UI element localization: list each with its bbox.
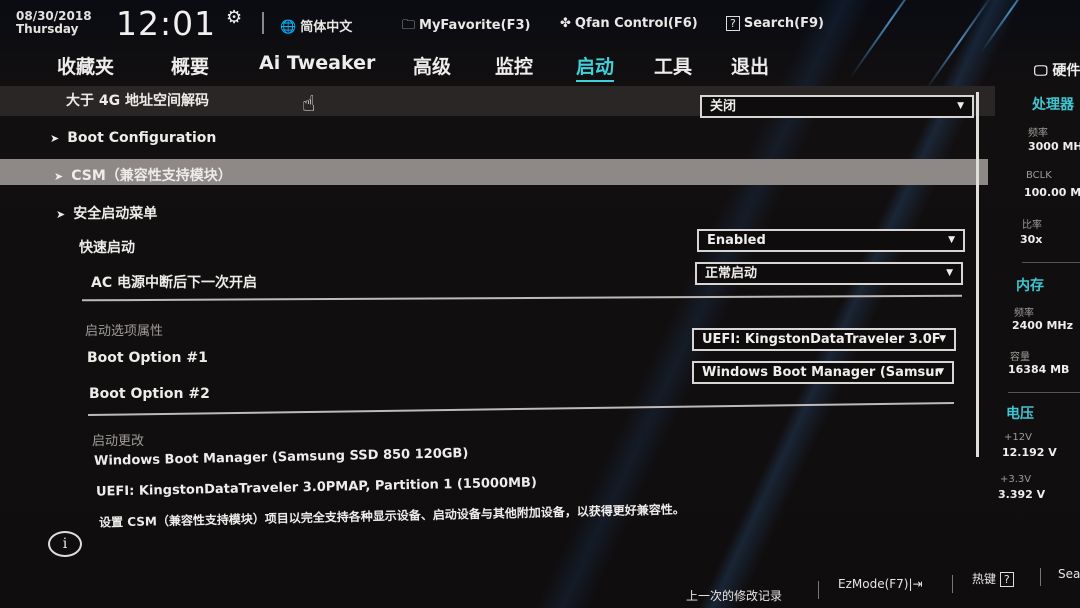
csm-label: CSM（兼容性支持模块）	[71, 168, 232, 184]
cpu-frequency-label: 频率	[1028, 128, 1048, 139]
chevron-right-icon: ➤	[50, 132, 60, 145]
ezmode-label: EzMode(F7)	[838, 577, 909, 591]
tab-boot[interactable]: 启动	[576, 52, 615, 82]
ac-power-loss-select[interactable]: 正常启动 ▼	[695, 262, 963, 285]
tab-main[interactable]: 概要	[171, 52, 209, 79]
fast-boot-value: Enabled	[707, 233, 766, 248]
boot-configuration-label: Boot Configuration	[67, 130, 217, 146]
date-display: 08/30/2018 Thursday	[16, 10, 92, 36]
divider	[262, 12, 264, 34]
v33-value: 3.392 V	[998, 488, 1046, 501]
boot-option-2-value: Windows Boot Manager (Samsur	[702, 365, 941, 380]
monitor-icon: 🖵	[1034, 63, 1048, 79]
boot-configuration-item[interactable]: ➤ Boot Configuration	[50, 130, 216, 146]
memory-heading: 内存	[1016, 278, 1044, 294]
memory-frequency-value: 2400 MHz	[1012, 319, 1073, 332]
tab-advanced[interactable]: 高级	[413, 52, 451, 79]
caret-down-icon: ▼	[948, 235, 955, 245]
my-favorite-button[interactable]: 🗀 MyFavorite(F3)	[402, 16, 530, 38]
boot-option-1-select[interactable]: UEFI: KingstonDataTraveler 3.0F ▼	[692, 328, 956, 351]
above-4g-value: 关闭	[710, 99, 737, 114]
hotkeys-button[interactable]: 热键 ?	[972, 570, 1018, 587]
hand-cursor-icon: ☝	[302, 92, 316, 117]
gear-icon[interactable]: ⚙	[226, 7, 242, 28]
weekday: Thursday	[16, 22, 79, 36]
boot-option-2-select[interactable]: Windows Boot Manager (Samsur ▼	[692, 361, 954, 384]
question-icon: ?	[999, 572, 1014, 587]
top-bar: 08/30/2018 Thursday 12:01 ⚙ 🌐 简体中文 🗀 MyFav…	[0, 0, 1080, 48]
ratio-label: 比率	[1022, 220, 1042, 231]
boot-option-2-label: Boot Option #2	[89, 386, 210, 402]
fast-boot-select[interactable]: Enabled ▼	[697, 229, 965, 252]
above-4g-decoding-select[interactable]: 关闭 ▼	[700, 95, 974, 118]
above-4g-decoding-label: 大于 4G 地址空间解码	[66, 93, 209, 109]
tab-ai-tweaker[interactable]: Ai Tweaker	[259, 52, 375, 74]
secure-boot-label: 安全启动菜单	[73, 206, 158, 222]
memory-frequency-label: 频率	[1014, 308, 1034, 319]
ratio-value: 30x	[1020, 233, 1043, 246]
tab-monitor[interactable]: 监控	[495, 52, 533, 79]
divider	[818, 581, 819, 599]
bclk-label: BCLK	[1026, 170, 1052, 181]
ezmode-button[interactable]: EzMode(F7)|⇥	[838, 577, 923, 591]
chevron-right-icon: ➤	[54, 170, 64, 183]
fast-boot-label: 快速启动	[79, 240, 135, 256]
caret-down-icon: ▼	[946, 268, 953, 278]
divider	[952, 575, 953, 593]
tab-tool[interactable]: 工具	[654, 52, 692, 79]
clock: 12:01	[116, 4, 217, 43]
v12-value: 12.192 V	[1002, 446, 1057, 459]
csm-item[interactable]: ➤ CSM（兼容性支持模块）	[54, 165, 232, 185]
v12-label: +12V	[1004, 432, 1032, 443]
memory-size-label: 容量	[1010, 352, 1030, 363]
ac-power-loss-value: 正常启动	[705, 266, 758, 281]
divider	[1040, 568, 1041, 586]
panel-divider	[976, 92, 979, 457]
boot-option-1-value: UEFI: KingstonDataTraveler 3.0F	[702, 332, 941, 347]
folder-icon: 🗀	[402, 18, 416, 33]
qfan-label: Qfan Control(F6)	[574, 16, 698, 31]
last-modified-button[interactable]: 上一次的修改记录	[686, 587, 782, 604]
hardware-tab-label: 硬件	[1052, 63, 1080, 79]
caret-down-icon: ▼	[939, 334, 946, 344]
fan-icon: ✤	[560, 16, 571, 31]
globe-icon: 🌐	[280, 20, 297, 35]
language-button[interactable]: 🌐 简体中文	[280, 16, 352, 35]
hotkeys-label: 热键	[972, 572, 997, 586]
cpu-heading: 处理器	[1032, 97, 1074, 113]
info-icon: i	[48, 531, 82, 557]
boot-option-priorities-heading: 启动选项属性	[85, 324, 164, 339]
chevron-right-icon: ➤	[56, 208, 66, 221]
hardware-monitor-tab[interactable]: 🖵 硬件	[1034, 60, 1080, 80]
caret-down-icon: ▼	[957, 101, 964, 111]
tab-favorites[interactable]: 收藏夹	[57, 52, 114, 79]
qfan-control-button[interactable]: ✤ Qfan Control(F6)	[560, 16, 698, 31]
secure-boot-item[interactable]: ➤ 安全启动菜单	[56, 203, 157, 223]
voltage-heading: 电压	[1006, 406, 1034, 422]
language-label: 简体中文	[300, 20, 353, 35]
search-label: Search(F9)	[743, 16, 824, 31]
question-icon: ?	[726, 16, 740, 31]
ac-power-loss-label: AC 电源中断后下一次开启	[91, 275, 257, 291]
cpu-frequency-value: 3000 MHz	[1028, 140, 1080, 153]
hw-divider	[1022, 262, 1080, 263]
bclk-value: 100.00 MHz	[1024, 186, 1080, 199]
main-nav: 收藏夹 概要 Ai Tweaker 高级 监控 启动 工具 退出 🖵 硬件	[0, 48, 1080, 86]
bottom-bar: 上一次的修改记录 EzMode(F7)|⇥ 热键 ? Sea	[0, 565, 1080, 608]
hw-divider	[1008, 392, 1080, 393]
boot-override-heading: 启动更改	[92, 434, 145, 449]
tab-exit[interactable]: 退出	[731, 52, 769, 79]
exit-arrow-icon: |⇥	[908, 577, 923, 591]
caret-down-icon: ▼	[937, 367, 944, 377]
boot-option-1-label: Boot Option #1	[87, 350, 208, 366]
footer-search-button[interactable]: Sea	[1058, 567, 1080, 581]
search-button[interactable]: ? Search(F9)	[726, 16, 824, 31]
my-favorite-label: MyFavorite(F3)	[419, 18, 531, 33]
memory-size-value: 16384 MB	[1008, 363, 1070, 376]
v33-label: +3.3V	[1000, 474, 1032, 485]
